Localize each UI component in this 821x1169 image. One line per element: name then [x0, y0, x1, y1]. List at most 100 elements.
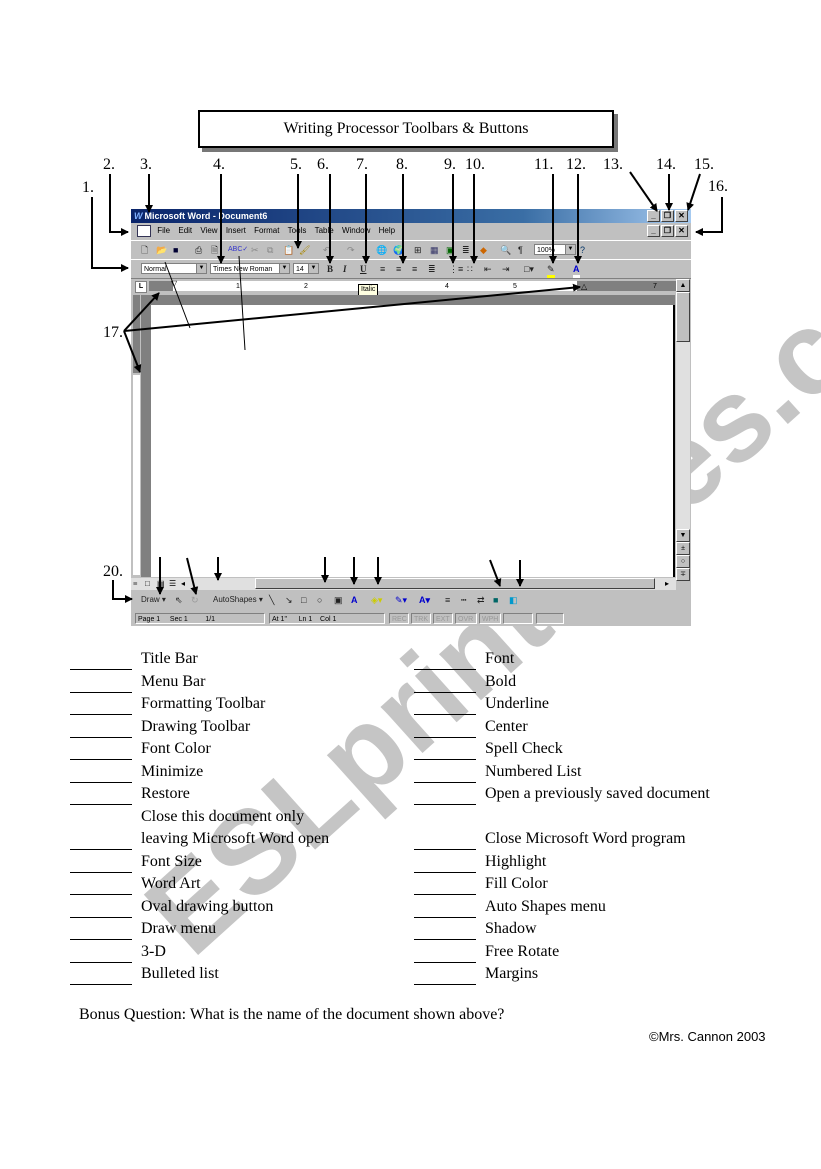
answer-blank[interactable]: [414, 669, 476, 670]
status-wph[interactable]: WPH: [479, 613, 501, 624]
doc-minimize-button[interactable]: _: [647, 225, 660, 237]
align-center-icon[interactable]: ≡: [396, 263, 401, 275]
new-icon[interactable]: 🗋: [141, 244, 148, 256]
answer-blank[interactable]: [414, 939, 476, 940]
menu-format[interactable]: Format: [254, 223, 279, 239]
select-objects-icon[interactable]: ⇖: [175, 594, 183, 606]
cut-icon[interactable]: ✂: [251, 244, 259, 256]
horizontal-ruler[interactable]: L 1 2 4 5 7 ▽ △ Italic: [131, 279, 691, 296]
answer-blank[interactable]: [70, 691, 132, 693]
underline-button[interactable]: U: [360, 263, 367, 275]
left-indent-marker[interactable]: ▽: [171, 279, 177, 288]
answer-blank[interactable]: [70, 939, 132, 940]
border-icon[interactable]: □▾: [524, 263, 534, 275]
justify-icon[interactable]: ≣: [428, 263, 436, 275]
save-icon[interactable]: ■: [173, 244, 178, 256]
bullets-icon[interactable]: ∷: [467, 263, 473, 275]
vertical-ruler[interactable]: [131, 295, 141, 577]
restore-button[interactable]: ❐: [661, 210, 674, 222]
insert-table-icon[interactable]: ▦: [430, 244, 439, 256]
menu-tools[interactable]: Tools: [288, 223, 307, 239]
hyperlink-icon[interactable]: 🌐: [376, 244, 387, 256]
bold-button[interactable]: B: [327, 263, 333, 275]
print-layout-icon[interactable]: ▤: [157, 579, 165, 588]
browse-object-icon[interactable]: ○: [676, 555, 690, 568]
answer-blank[interactable]: [414, 916, 476, 918]
answer-blank[interactable]: [70, 961, 132, 963]
answer-blank[interactable]: [414, 781, 476, 783]
document-map-icon[interactable]: 🔍: [500, 244, 511, 256]
status-trk[interactable]: TRK: [411, 613, 431, 624]
paste-icon[interactable]: 📋: [283, 244, 294, 256]
tab-selector[interactable]: L: [135, 281, 147, 293]
print-preview-icon[interactable]: 🗎: [211, 244, 218, 256]
align-right-icon[interactable]: ≡: [412, 263, 417, 275]
menu-file[interactable]: File: [157, 223, 170, 239]
answer-blank[interactable]: [70, 714, 132, 715]
scroll-right-icon[interactable]: ▸: [665, 579, 669, 588]
answer-blank[interactable]: [414, 714, 476, 715]
drawing-icon[interactable]: ◆: [480, 244, 487, 256]
menu-table[interactable]: Table: [315, 223, 334, 239]
draw-menu-button[interactable]: Draw ▾: [141, 594, 166, 606]
decrease-indent-icon[interactable]: ⇤: [484, 263, 492, 275]
status-ovr[interactable]: OVR: [455, 613, 477, 624]
text-box-icon[interactable]: ▣: [334, 594, 343, 606]
redo-icon[interactable]: ↷: [347, 244, 355, 256]
outline-view-icon[interactable]: ☰: [169, 579, 176, 588]
menu-window[interactable]: Window: [342, 223, 370, 239]
menu-view[interactable]: View: [200, 223, 217, 239]
copy-icon[interactable]: ⧉: [267, 244, 273, 256]
wordart-icon[interactable]: A: [351, 594, 358, 606]
arrow-style-icon[interactable]: ⇄: [477, 594, 485, 606]
rectangle-icon[interactable]: □: [301, 594, 306, 606]
italic-button[interactable]: I: [343, 263, 347, 275]
normal-view-icon[interactable]: ≡: [133, 579, 138, 588]
open-icon[interactable]: 📂: [156, 244, 167, 256]
increase-indent-icon[interactable]: ⇥: [502, 263, 510, 275]
answer-blank[interactable]: [414, 984, 476, 985]
print-icon[interactable]: ⎙: [195, 244, 202, 256]
answer-blank[interactable]: [70, 871, 132, 873]
align-left-icon[interactable]: ≡: [380, 263, 385, 275]
answer-blank[interactable]: [70, 759, 132, 760]
vertical-scrollbar[interactable]: ▲ ▼ ± ○ ∓: [676, 279, 690, 581]
scroll-up-icon[interactable]: ▲: [676, 279, 690, 292]
answer-blank[interactable]: [414, 736, 476, 738]
oval-icon[interactable]: ○: [317, 594, 322, 606]
spelling-icon[interactable]: ABC✓: [228, 244, 248, 256]
scroll-left-icon[interactable]: ◂: [181, 579, 185, 588]
document-icon[interactable]: [137, 224, 151, 237]
line-style-icon[interactable]: ≡: [445, 594, 450, 606]
highlight-icon[interactable]: ✎: [547, 263, 555, 278]
numbering-icon[interactable]: ⋮≡: [449, 263, 463, 275]
format-painter-icon[interactable]: 🖌: [299, 244, 310, 256]
answer-blank[interactable]: [414, 871, 476, 873]
style-select[interactable]: Normal ▼: [141, 263, 207, 274]
answer-blank[interactable]: [70, 736, 132, 738]
answer-blank[interactable]: [70, 669, 132, 670]
scroll-thumb[interactable]: [676, 292, 690, 342]
web-toolbar-icon[interactable]: 🌍: [393, 244, 404, 256]
answer-blank[interactable]: [70, 916, 132, 918]
next-page-icon[interactable]: ∓: [676, 568, 690, 581]
answer-blank[interactable]: [70, 984, 132, 985]
font-size-select[interactable]: 14 ▼: [293, 263, 319, 274]
minimize-button[interactable]: _: [647, 210, 660, 222]
3d-icon[interactable]: ◧: [509, 594, 518, 606]
arrow-icon[interactable]: ↘: [285, 594, 293, 606]
answer-blank[interactable]: [414, 691, 476, 693]
horizontal-scrollbar[interactable]: ≡ □ ▤ ☰ ◂ ▸: [131, 578, 676, 590]
shadow-icon[interactable]: ■: [493, 594, 498, 606]
undo-icon[interactable]: ↶: [323, 244, 331, 256]
insert-excel-icon[interactable]: ▣: [446, 244, 455, 256]
answer-blank[interactable]: [414, 759, 476, 760]
menu-edit[interactable]: Edit: [178, 223, 192, 239]
line-color-icon[interactable]: ✎▾: [395, 594, 407, 606]
answer-blank[interactable]: [414, 894, 476, 895]
answer-blank[interactable]: [70, 849, 132, 850]
close-app-button[interactable]: ✕: [675, 210, 688, 222]
right-indent-marker[interactable]: △: [581, 282, 587, 291]
fill-color-icon[interactable]: ◈▾: [371, 594, 382, 606]
show-hide-icon[interactable]: ¶: [518, 244, 523, 256]
